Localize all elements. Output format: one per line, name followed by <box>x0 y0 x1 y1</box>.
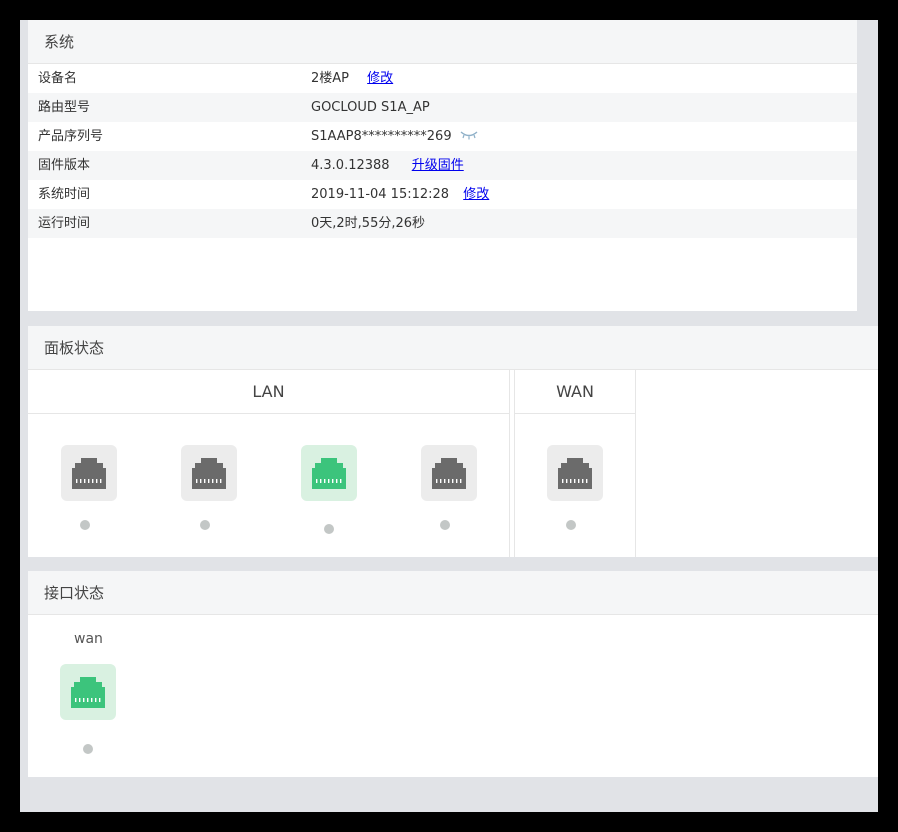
lan-port-2-icon[interactable] <box>181 445 237 501</box>
info-row-model: 路由型号 GOCLOUD S1A_AP <box>28 93 857 122</box>
lan-group-title: LAN <box>28 370 509 414</box>
panel-status-panel: 面板状态 LAN WAN <box>28 326 878 557</box>
lan-port-2-status-dot <box>200 520 210 530</box>
lan-port-3-icon[interactable] <box>301 445 357 501</box>
info-label: 设备名 <box>38 71 78 86</box>
eye-closed-icon[interactable] <box>460 122 478 151</box>
system-time-value: 2019-11-04 15:12:28 <box>311 187 450 202</box>
lan-port-3-status-dot <box>324 524 334 534</box>
edit-device-name-link[interactable]: 修改 <box>367 71 393 86</box>
info-row-system-time: 系统时间 2019-11-04 15:12:28 修改 <box>28 180 857 209</box>
info-label: 系统时间 <box>38 187 91 202</box>
system-info-table: 设备名 2楼AP 修改 路由型号 GOCLOUD S1A_AP 产品序列号 S1… <box>28 64 857 238</box>
info-label: 固件版本 <box>38 158 91 173</box>
info-label: 产品序列号 <box>38 129 104 144</box>
lan-port-4-status-dot <box>440 520 450 530</box>
info-row-uptime: 运行时间 0天,2时,55分,26秒 <box>28 209 857 238</box>
device-name-value: 2楼AP <box>311 71 350 86</box>
info-row-device-name: 设备名 2楼AP 修改 <box>28 64 857 93</box>
wan-port-1-icon[interactable] <box>547 445 603 501</box>
wan-group: WAN <box>514 370 636 557</box>
info-label: 运行时间 <box>38 216 91 231</box>
serial-value: S1AAP8**********269 <box>311 129 452 144</box>
info-label: 路由型号 <box>38 100 91 115</box>
interface-status-panel: 接口状态 wan <box>28 571 878 777</box>
interface-status-title: 接口状态 <box>28 571 878 615</box>
firmware-value: 4.3.0.12388 <box>311 158 390 173</box>
lan-port-1-status-dot <box>80 520 90 530</box>
info-row-firmware: 固件版本 4.3.0.12388 升级固件 <box>28 151 857 180</box>
lan-port-1-icon[interactable] <box>61 445 117 501</box>
edit-system-time-link[interactable]: 修改 <box>463 187 489 202</box>
uptime-value: 0天,2时,55分,26秒 <box>311 216 426 231</box>
interface-wan-port-icon[interactable] <box>60 664 116 720</box>
panel-status-title: 面板状态 <box>28 326 878 370</box>
lan-port-4-icon[interactable] <box>421 445 477 501</box>
system-panel: 系统 设备名 2楼AP 修改 路由型号 GOCLOUD S1A_AP 产品序列号… <box>28 20 857 311</box>
lan-group: LAN <box>28 370 510 557</box>
model-value: GOCLOUD S1A_AP <box>311 100 430 115</box>
content-area: 系统 设备名 2楼AP 修改 路由型号 GOCLOUD S1A_AP 产品序列号… <box>20 20 878 812</box>
info-row-serial: 产品序列号 S1AAP8**********269 <box>28 122 857 151</box>
interface-wan-label: wan <box>74 631 103 647</box>
wan-port-1-status-dot <box>566 520 576 530</box>
wan-group-title: WAN <box>515 370 635 414</box>
upgrade-firmware-link[interactable]: 升级固件 <box>412 158 464 173</box>
interface-wan-status-dot <box>83 744 93 754</box>
system-panel-title: 系统 <box>28 20 857 64</box>
